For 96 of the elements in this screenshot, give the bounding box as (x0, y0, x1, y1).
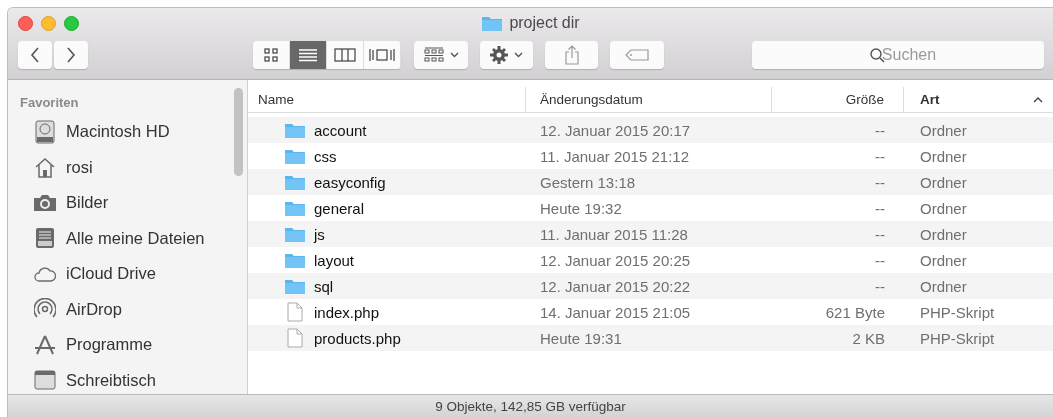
sidebar-item[interactable]: rosi (66, 157, 93, 177)
chevron-left-icon (30, 47, 40, 63)
cloud-icon (33, 265, 57, 282)
file-kind: PHP-Skript (920, 329, 995, 347)
folder-icon (284, 147, 306, 165)
status-text: 9 Objekte, 142,85 GB verfügbar (8, 394, 1053, 417)
tag-button[interactable] (610, 41, 664, 69)
close-button[interactable] (18, 15, 33, 31)
column-header[interactable]: Art (904, 87, 1053, 112)
sidebar-item[interactable]: Bilder (66, 193, 109, 213)
gear-icon (490, 46, 508, 64)
arrange-button[interactable] (414, 41, 468, 69)
share-icon (563, 45, 580, 65)
file-size: -- (875, 173, 885, 191)
camera-icon (33, 193, 57, 212)
modified-date: 11. Januar 2015 11:28 (540, 225, 688, 243)
sidebar-heading: Favoriten (20, 95, 80, 110)
list-icon (298, 48, 318, 62)
file-kind: Ordner (920, 225, 967, 243)
modified-date: 14. Januar 2015 21:05 (540, 303, 691, 321)
column-header[interactable]: Name (248, 87, 526, 112)
file-kind: Ordner (920, 173, 967, 191)
cabinet-icon (35, 227, 55, 250)
grid-icon (264, 48, 278, 62)
file-size: -- (875, 147, 885, 165)
hard-drive-icon (35, 119, 55, 144)
search-field[interactable]: Suchen (752, 41, 1044, 69)
sidebar-item[interactable]: Alle meine Dateien (66, 228, 205, 248)
folder-icon (284, 173, 306, 191)
file-size: 2 KB (852, 329, 885, 347)
view-mode-button[interactable] (327, 41, 364, 69)
window-title: project dir (509, 14, 580, 32)
tag-icon (625, 49, 649, 61)
folder-icon (481, 14, 504, 32)
folder-icon (284, 199, 306, 217)
sidebar-item[interactable]: AirDrop (66, 299, 122, 319)
file-size: -- (875, 121, 885, 139)
modified-date: 12. Januar 2015 20:22 (540, 277, 691, 295)
sidebar-item[interactable]: Schreibtisch (66, 370, 156, 390)
file-name[interactable]: account (314, 121, 367, 139)
file-kind: Ordner (920, 147, 967, 165)
file-kind: Ordner (920, 277, 967, 295)
file-name[interactable]: general (314, 199, 365, 217)
folder-icon (284, 121, 306, 139)
folder-icon (284, 225, 306, 243)
caret-icon (514, 52, 523, 58)
file-kind: Ordner (920, 121, 967, 139)
back-button[interactable] (18, 41, 52, 69)
column-header[interactable]: Größe (772, 87, 904, 112)
arrange-grid-icon (423, 47, 444, 63)
file-name[interactable]: layout (314, 251, 355, 269)
file-size: 621 Byte (825, 303, 885, 321)
file-size: -- (875, 251, 885, 269)
modified-date: Gestern 13:18 (540, 173, 636, 191)
column-header[interactable]: Änderungsdatum (526, 87, 772, 112)
modified-date: 12. Januar 2015 20:25 (540, 251, 691, 269)
sidebar-item[interactable]: Macintosh HD (66, 122, 170, 142)
file-name[interactable]: css (314, 147, 337, 165)
modified-date: Heute 19:32 (540, 199, 622, 217)
file-name[interactable]: index.php (314, 303, 380, 321)
file-name[interactable]: products.php (314, 329, 401, 347)
file-name[interactable]: easyconfig (314, 173, 386, 191)
scrollbar-thumb[interactable] (234, 88, 243, 176)
file-kind: Ordner (920, 199, 967, 217)
chevron-right-icon (66, 47, 76, 63)
sort-caret-icon (1033, 96, 1043, 103)
action-button[interactable] (480, 41, 533, 69)
modified-date: 11. Januar 2015 21:12 (540, 147, 689, 165)
forward-button[interactable] (54, 41, 88, 69)
compass-icon (33, 333, 57, 356)
minimize-button[interactable] (41, 15, 56, 31)
file-size: -- (875, 277, 885, 295)
sidebar-item[interactable]: Programme (66, 335, 153, 355)
file-name[interactable]: js (314, 225, 325, 243)
view-mode-button[interactable] (253, 41, 290, 69)
file-name[interactable]: sql (314, 277, 334, 295)
file-size: -- (875, 225, 885, 243)
document-icon (287, 328, 303, 348)
file-size: -- (875, 199, 885, 217)
view-mode-button[interactable] (364, 41, 401, 69)
file-kind: Ordner (920, 251, 967, 269)
folder-icon (284, 251, 306, 269)
modified-date: Heute 19:31 (540, 329, 622, 347)
file-kind: PHP-Skript (920, 303, 995, 321)
modified-date: 12. Januar 2015 20:17 (540, 121, 691, 139)
desktop-icon (34, 370, 56, 391)
zoom-button[interactable] (64, 15, 79, 31)
share-button[interactable] (545, 41, 598, 69)
folder-icon (284, 277, 306, 295)
view-mode-button[interactable] (290, 41, 327, 69)
caret-icon (449, 52, 459, 58)
house-icon (34, 156, 56, 179)
sidebar-item[interactable]: iCloud Drive (66, 264, 156, 284)
cover-flow-icon (369, 48, 395, 62)
document-icon (287, 302, 303, 322)
columns-icon (334, 48, 356, 62)
